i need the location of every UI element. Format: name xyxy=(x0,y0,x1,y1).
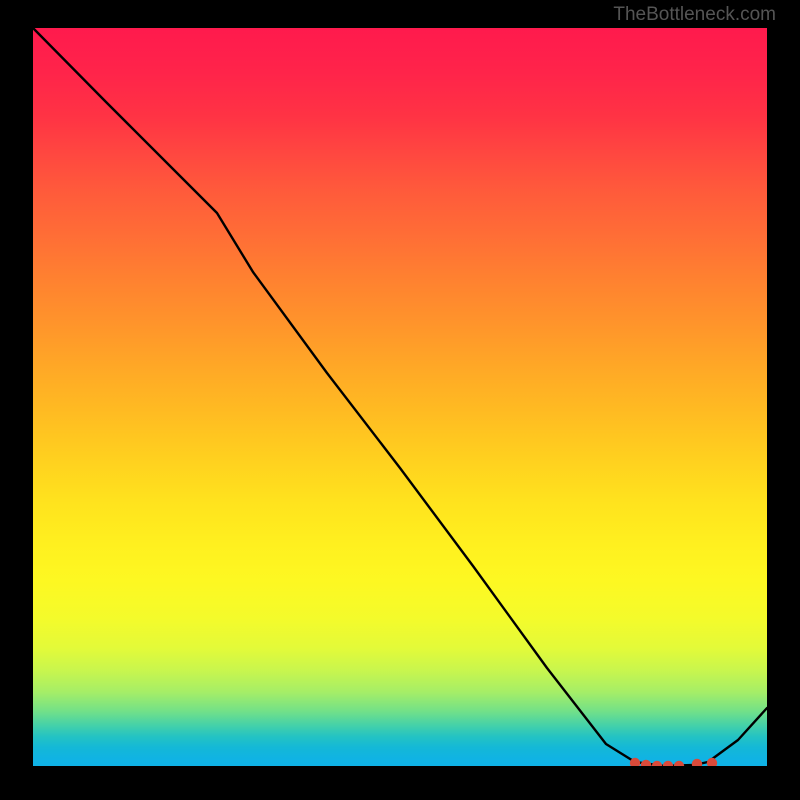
annotation-dot xyxy=(641,760,651,766)
annotation-dot xyxy=(652,761,662,766)
data-line xyxy=(33,28,767,766)
attribution-text: TheBottleneck.com xyxy=(613,4,776,26)
chart-container: TheBottleneck.com xyxy=(0,0,800,800)
annotation-dot xyxy=(707,758,717,766)
chart-svg xyxy=(33,28,767,766)
annotation-dot xyxy=(674,761,684,766)
annotation-dot xyxy=(692,759,702,766)
annotation-dot xyxy=(663,761,673,766)
